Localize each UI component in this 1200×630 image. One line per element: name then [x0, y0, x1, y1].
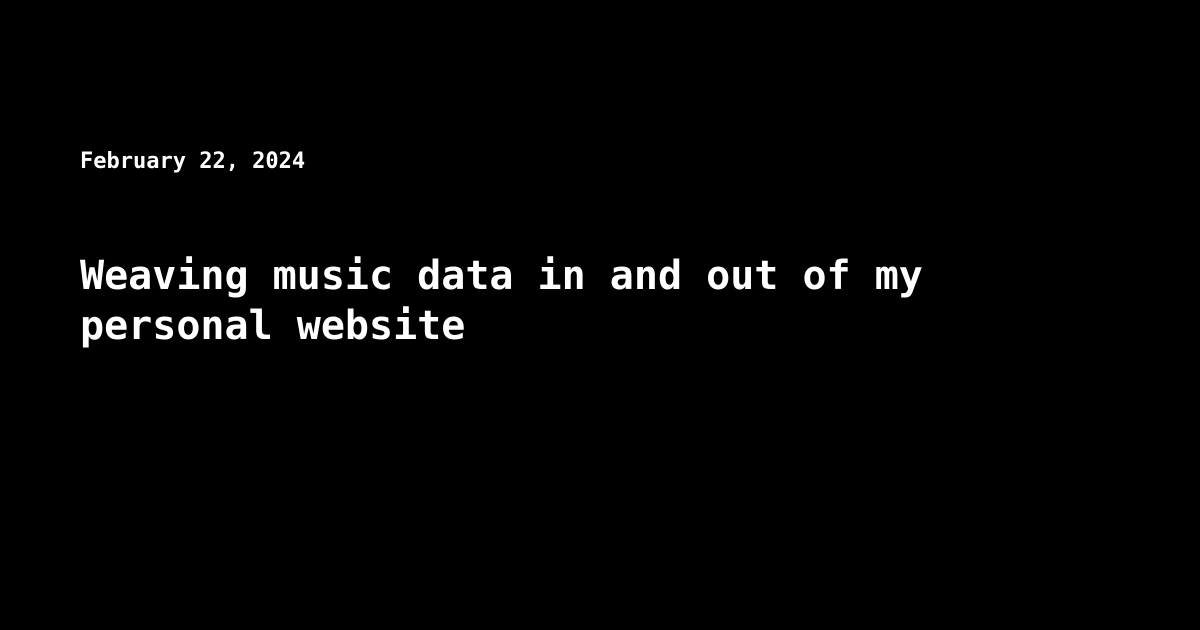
post-date: February 22, 2024 [80, 149, 306, 174]
post-title: Weaving music data in and out of my pers… [80, 253, 923, 349]
social-preview-card: February 22, 2024 Weaving music data in … [0, 0, 1200, 630]
